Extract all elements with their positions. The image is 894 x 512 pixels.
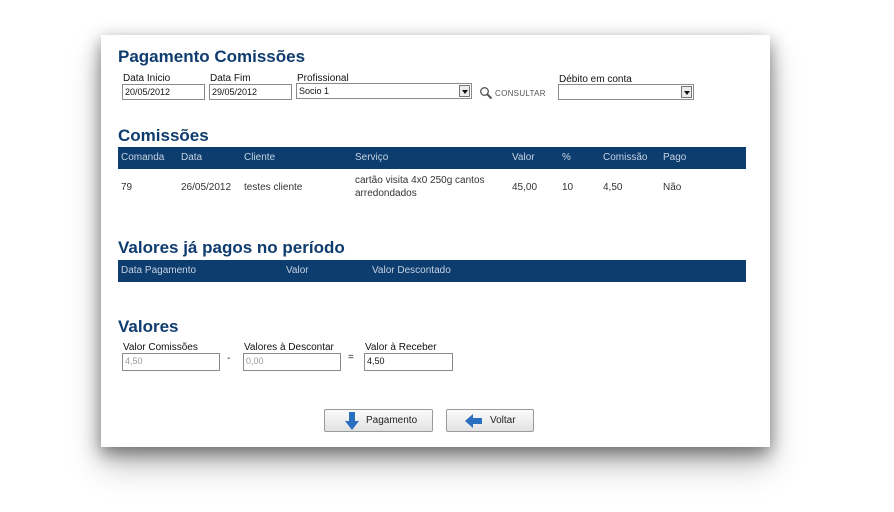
valor-receber-label: Valor à Receber bbox=[365, 342, 437, 353]
valores-descontar-label: Valores à Descontar bbox=[244, 342, 334, 353]
cell-valor: 45,00 bbox=[512, 182, 538, 193]
cell-comissao: 4,50 bbox=[603, 182, 623, 193]
minus-sign: - bbox=[227, 353, 231, 364]
col-cliente: Cliente bbox=[244, 152, 276, 163]
pagos-table-header: Data Pagamento Valor Valor Descontado bbox=[118, 260, 746, 282]
cell-data: 26/05/2012 bbox=[181, 182, 232, 193]
payment-panel: Pagamento Comissões Data Inicio 20/05/20… bbox=[101, 35, 770, 447]
arrow-down-icon bbox=[345, 411, 359, 430]
col-data-pagamento: Data Pagamento bbox=[121, 265, 197, 276]
pagamento-label: Pagamento bbox=[366, 415, 418, 426]
equals-sign: = bbox=[348, 352, 354, 363]
voltar-label: Voltar bbox=[490, 415, 516, 426]
valor-receber-field[interactable]: 4,50 bbox=[364, 353, 453, 371]
cell-servico: cartão visita 4x0 250g cantos arredondad… bbox=[355, 175, 485, 199]
pagos-title: Valores já pagos no período bbox=[118, 238, 345, 257]
data-fim-input[interactable]: 29/05/2012 bbox=[209, 84, 292, 100]
col-pago: Pago bbox=[663, 152, 687, 163]
col-percent: % bbox=[562, 152, 571, 163]
profissional-select[interactable]: Socio 1 bbox=[296, 83, 472, 99]
valor-comissoes-label: Valor Comissões bbox=[123, 342, 198, 353]
page-title: Pagamento Comissões bbox=[118, 47, 306, 66]
data-fim-label: Data Fim bbox=[210, 73, 251, 84]
voltar-button[interactable]: Voltar bbox=[446, 409, 534, 432]
col-valor: Valor bbox=[286, 265, 309, 276]
consultar-button[interactable]: CONSULTAR bbox=[479, 85, 546, 101]
col-comanda: Comanda bbox=[121, 152, 165, 163]
comissoes-title: Comissões bbox=[118, 126, 209, 145]
data-inicio-input[interactable]: 20/05/2012 bbox=[122, 84, 205, 100]
col-servico: Serviço bbox=[355, 152, 389, 163]
cell-comanda: 79 bbox=[121, 182, 133, 193]
comissoes-table-header: Comanda Data Cliente Serviço Valor % Com… bbox=[118, 147, 746, 169]
col-comissao: Comissão bbox=[603, 152, 648, 163]
col-valor: Valor bbox=[512, 152, 535, 163]
valores-descontar-field[interactable]: 0,00 bbox=[243, 353, 341, 371]
consultar-label: CONSULTAR bbox=[495, 88, 546, 98]
data-inicio-label: Data Inicio bbox=[123, 73, 171, 84]
pagamento-button[interactable]: Pagamento bbox=[324, 409, 433, 432]
search-icon bbox=[480, 87, 493, 100]
col-valor-descontado: Valor Descontado bbox=[372, 265, 451, 276]
chevron-down-icon[interactable] bbox=[681, 86, 692, 98]
debito-select[interactable] bbox=[558, 84, 694, 100]
cell-cliente: testes cliente bbox=[244, 182, 303, 193]
profissional-selected-value: Socio 1 bbox=[299, 86, 330, 96]
chevron-down-icon[interactable] bbox=[459, 85, 470, 97]
cell-percent: 10 bbox=[562, 182, 574, 193]
valores-title: Valores bbox=[118, 317, 179, 336]
cell-pago: Não bbox=[663, 182, 682, 193]
valor-comissoes-field[interactable]: 4,50 bbox=[122, 353, 220, 371]
arrow-left-icon bbox=[465, 413, 482, 428]
col-data: Data bbox=[181, 152, 203, 163]
